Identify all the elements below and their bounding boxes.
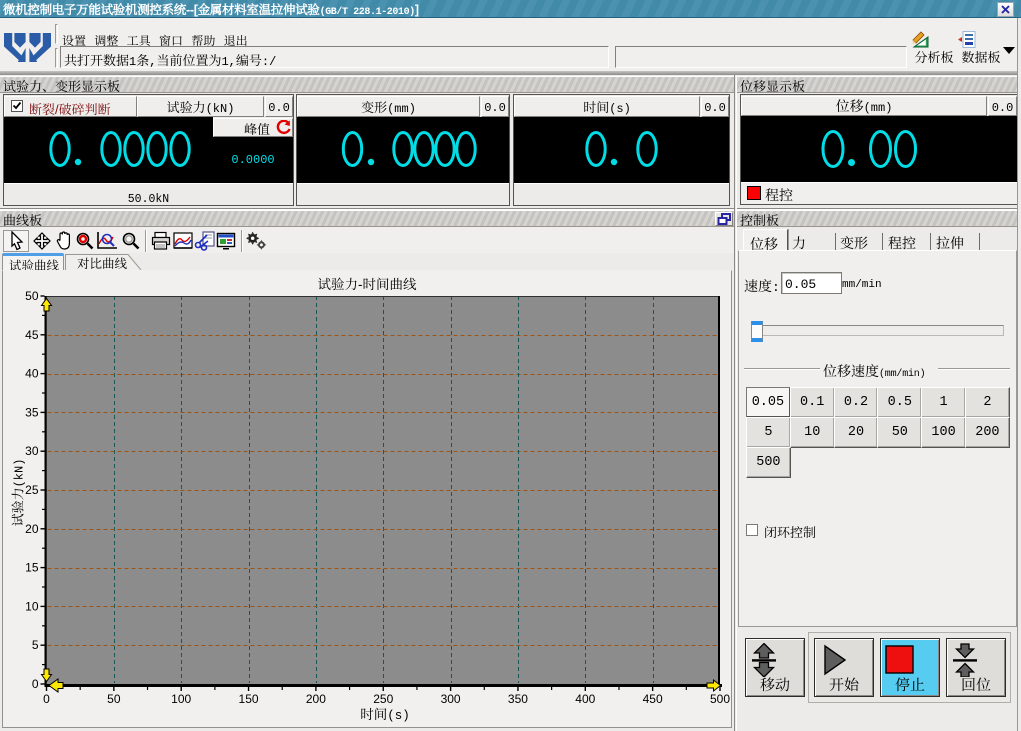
svg-text:5: 5 (32, 638, 39, 652)
svg-text:45: 45 (25, 328, 39, 342)
svg-text:10: 10 (25, 599, 39, 613)
svg-text:25: 25 (25, 483, 39, 497)
svg-text:15: 15 (25, 561, 39, 575)
svg-text:0: 0 (32, 677, 39, 691)
svg-text:20: 20 (25, 522, 39, 536)
svg-text:35: 35 (25, 405, 39, 419)
svg-text:40: 40 (25, 367, 39, 381)
svg-text:30: 30 (25, 444, 39, 458)
